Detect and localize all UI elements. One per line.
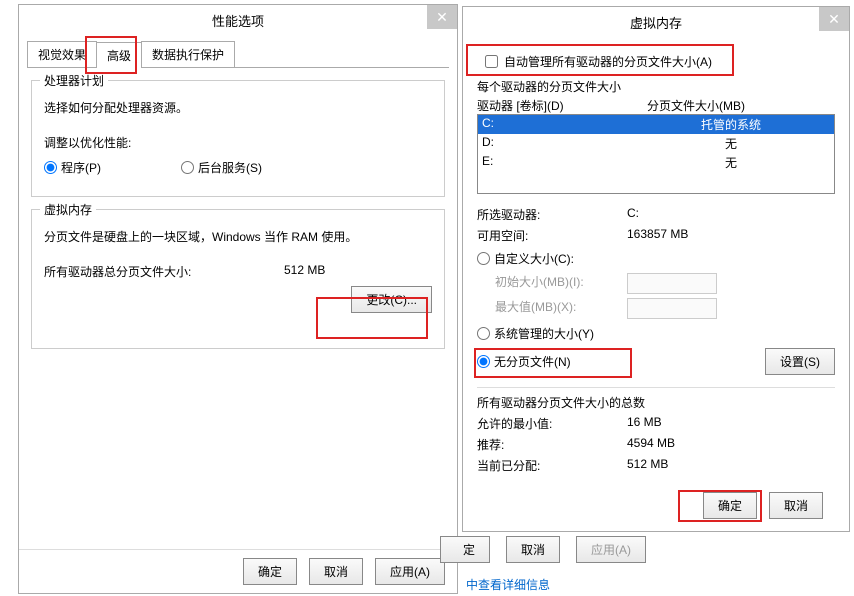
radio-custom-label: 自定义大小(C): <box>494 250 574 267</box>
proc-desc: 选择如何分配处理器资源。 <box>44 99 432 116</box>
radio-programs-input[interactable] <box>44 161 57 174</box>
auto-manage-checkbox[interactable]: 自动管理所有驱动器的分页文件大小(A) <box>477 45 835 78</box>
rec-value: 4594 MB <box>627 436 675 453</box>
radio-services[interactable]: 后台服务(S) <box>181 159 262 176</box>
max-size-label: 最大值(MB)(X): <box>477 298 627 319</box>
titlebar: 性能选项 ✕ <box>19 5 457 35</box>
processor-scheduling-group: 处理器计划 选择如何分配处理器资源。 调整以优化性能: 程序(P) 后台服务(S… <box>31 80 445 197</box>
min-label: 允许的最小值: <box>477 415 627 432</box>
vm-ok-button[interactable]: 确定 <box>703 492 757 519</box>
apply-button[interactable]: 应用(A) <box>375 558 445 585</box>
virtual-memory-group: 虚拟内存 分页文件是硬盘上的一块区域，Windows 当作 RAM 使用。 所有… <box>31 209 445 349</box>
vm-total-label: 所有驱动器总分页文件大小: <box>44 263 284 280</box>
virtual-memory-dialog: 虚拟内存 ✕ 自动管理所有驱动器的分页文件大小(A) 每个驱动器的分页文件大小 … <box>462 6 850 532</box>
radio-none-input[interactable] <box>477 355 490 368</box>
radio-services-input[interactable] <box>181 161 194 174</box>
radio-system-label: 系统管理的大小(Y) <box>494 325 594 342</box>
radio-none-label: 无分页文件(N) <box>494 353 571 370</box>
max-size-input <box>627 298 717 319</box>
adjust-label: 调整以优化性能: <box>44 134 432 151</box>
radio-programs[interactable]: 程序(P) <box>44 159 101 176</box>
close-button-vm[interactable]: ✕ <box>819 7 849 31</box>
radio-custom-size[interactable]: 自定义大小(C): <box>477 250 835 267</box>
tab-advanced[interactable]: 高级 <box>96 42 142 68</box>
drive-val: 托管的系统 <box>632 116 830 133</box>
drive-header: 驱动器 [卷标](D) <box>477 97 647 114</box>
performance-options-dialog: 性能选项 ✕ 视觉效果 高级 数据执行保护 处理器计划 选择如何分配处理器资源。… <box>18 4 458 594</box>
set-button[interactable]: 设置(S) <box>765 348 835 375</box>
drive-row-e[interactable]: E: 无 <box>478 153 834 172</box>
selected-drive-value: C: <box>627 206 639 223</box>
close-button[interactable]: ✕ <box>427 5 457 29</box>
init-size-label: 初始大小(MB)(I): <box>477 273 627 294</box>
init-size-input <box>627 273 717 294</box>
tab-dep[interactable]: 数据执行保护 <box>141 41 235 67</box>
each-drive-label: 每个驱动器的分页文件大小 <box>477 78 835 95</box>
vm-cancel-button[interactable]: 取消 <box>769 492 823 519</box>
selected-drive-label: 所选驱动器: <box>477 206 627 223</box>
drive-name: D: <box>482 135 632 152</box>
radio-system-input[interactable] <box>477 327 490 340</box>
cancel-button[interactable]: 取消 <box>309 558 363 585</box>
ok-button[interactable]: 确定 <box>243 558 297 585</box>
radio-no-paging[interactable]: 无分页文件(N) <box>477 353 571 370</box>
under-ok-button[interactable]: 定 <box>440 536 490 563</box>
radio-custom-input[interactable] <box>477 252 490 265</box>
radio-services-label: 后台服务(S) <box>198 159 262 176</box>
drive-name: C: <box>482 116 632 133</box>
tabs: 视觉效果 高级 数据执行保护 <box>27 35 449 68</box>
radio-programs-label: 程序(P) <box>61 159 101 176</box>
radio-system-managed[interactable]: 系统管理的大小(Y) <box>477 325 835 342</box>
drive-row-d[interactable]: D: 无 <box>478 134 834 153</box>
drive-row-c[interactable]: C: 托管的系统 <box>478 115 834 134</box>
group-legend-vm: 虚拟内存 <box>40 201 96 218</box>
group-legend: 处理器计划 <box>40 72 108 89</box>
tab-visual-effects[interactable]: 视觉效果 <box>27 41 97 67</box>
titlebar-vm: 虚拟内存 ✕ <box>463 7 849 37</box>
rec-label: 推荐: <box>477 436 627 453</box>
vm-total-value: 512 MB <box>284 263 325 280</box>
drive-name: E: <box>482 154 632 171</box>
vm-dialog-title: 虚拟内存 <box>630 13 682 32</box>
under-cancel-button[interactable]: 取消 <box>506 536 560 563</box>
details-link[interactable]: 中查看详细信息 <box>466 576 550 593</box>
change-button[interactable]: 更改(C)... <box>351 286 432 313</box>
min-value: 16 MB <box>627 415 662 432</box>
auto-manage-label: 自动管理所有驱动器的分页文件大小(A) <box>504 53 712 70</box>
drive-val: 无 <box>632 135 830 152</box>
vm-desc: 分页文件是硬盘上的一块区域，Windows 当作 RAM 使用。 <box>44 228 432 245</box>
size-header: 分页文件大小(MB) <box>647 97 745 114</box>
dialog-title: 性能选项 <box>212 11 264 30</box>
avail-label: 可用空间: <box>477 227 627 244</box>
drive-list[interactable]: C: 托管的系统 D: 无 E: 无 <box>477 114 835 194</box>
cur-label: 当前已分配: <box>477 457 627 474</box>
under-apply-button[interactable]: 应用(A) <box>576 536 646 563</box>
totals-header: 所有驱动器分页文件大小的总数 <box>477 394 835 411</box>
avail-value: 163857 MB <box>627 227 688 244</box>
drive-val: 无 <box>632 154 830 171</box>
auto-manage-input[interactable] <box>485 55 498 68</box>
cur-value: 512 MB <box>627 457 668 474</box>
